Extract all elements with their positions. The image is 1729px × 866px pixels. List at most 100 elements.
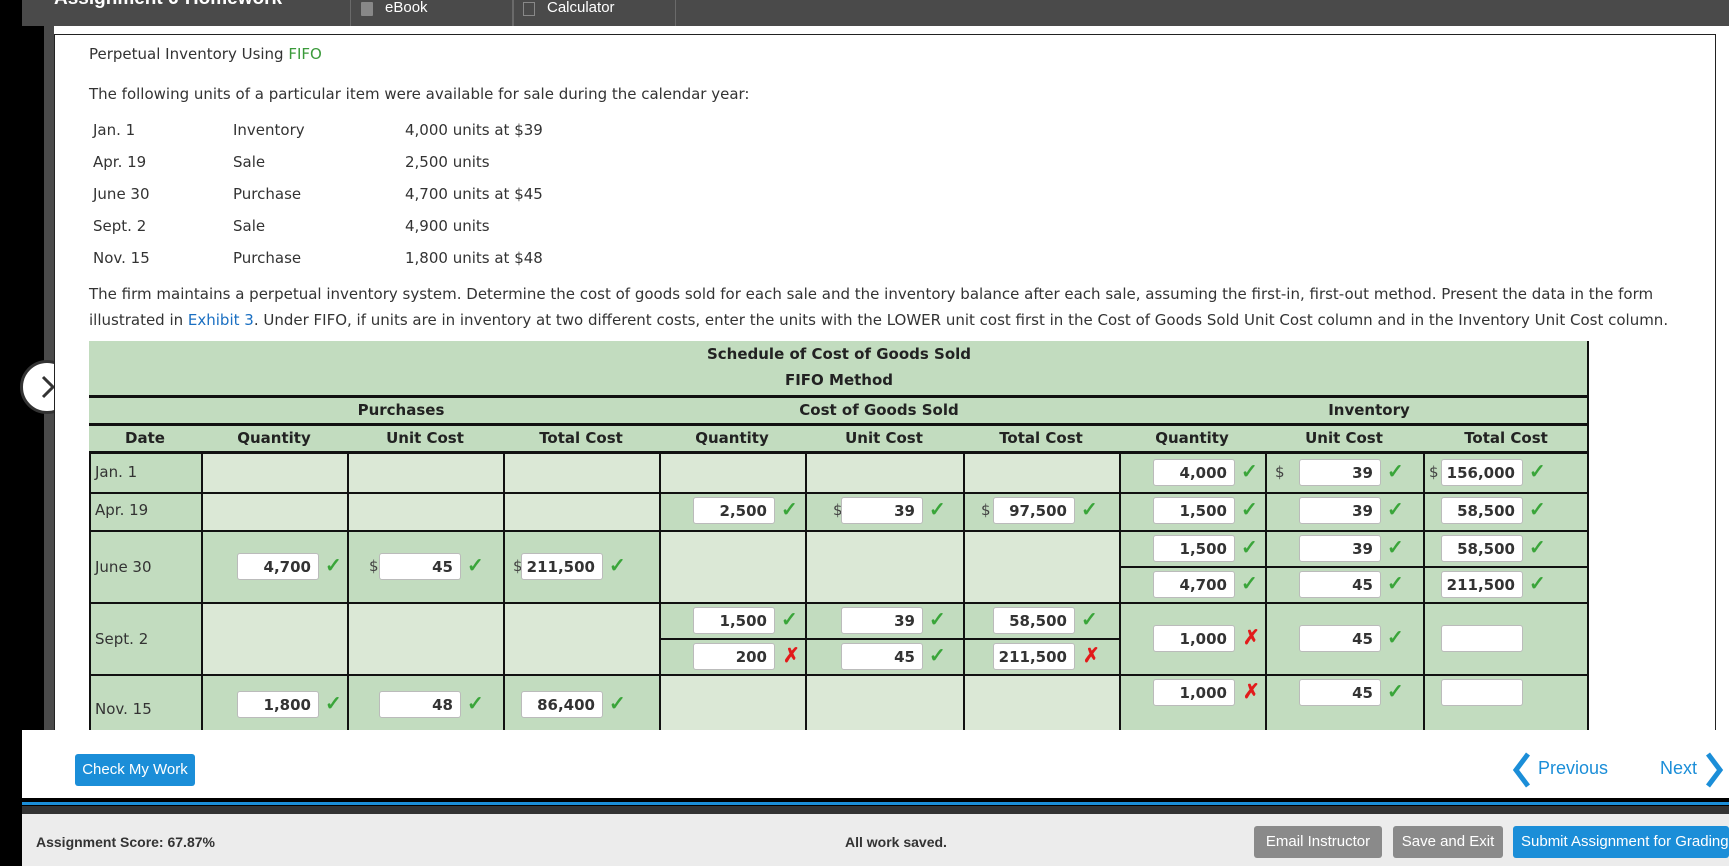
problem-content: Perpetual Inventory Using FIFO The follo… (54, 34, 1716, 732)
row-date: June 30 (95, 558, 152, 576)
purchases-total-cost-input[interactable]: 86,400 (521, 691, 603, 718)
inventory-unit-cost-input[interactable]: 45 (1299, 571, 1381, 598)
assignment-header: Assignment 6-Homework eBook Calculator (22, 0, 1729, 26)
cogs-unit-cost-input[interactable]: 45 (841, 643, 923, 670)
purchases-qty-input[interactable]: 1,800 (237, 691, 319, 718)
cogs-qty-input[interactable]: 1,500 (693, 607, 775, 634)
row-divider (89, 492, 1589, 494)
purchases-unit-cost-input[interactable]: 48 (379, 691, 461, 718)
problem-intro: The following units of a particular item… (89, 85, 750, 103)
correct-check-icon: ✓ (1241, 573, 1258, 595)
submit-assignment-button[interactable]: Submit Assignment for Grading (1513, 826, 1729, 858)
col-header-inventory-qty: Quantity (1155, 429, 1229, 447)
check-my-work-button[interactable]: Check My Work (75, 754, 195, 786)
inventory-total-cost-input[interactable]: 156,000 (1441, 459, 1523, 486)
cogs-unit-cost-input[interactable]: 39 (841, 607, 923, 634)
problem-title: Perpetual Inventory Using FIFO (89, 45, 322, 63)
column-divider (805, 454, 807, 731)
schedule-subtitle: FIFO Method (784, 371, 894, 389)
event-date: Apr. 19 (93, 153, 147, 171)
exhibit-3-link[interactable]: Exhibit 3 (188, 311, 254, 329)
inventory-qty-input[interactable]: 4,700 (1153, 571, 1235, 598)
cogs-qty-input[interactable]: 2,500 (693, 497, 775, 524)
col-header-date: Date (125, 429, 165, 447)
next-label: Next (1660, 758, 1698, 778)
inventory-total-cost-input[interactable]: 58,500 (1441, 497, 1523, 524)
email-instructor-button[interactable]: Email Instructor (1254, 826, 1382, 858)
inventory-unit-cost-input[interactable]: 39 (1299, 535, 1381, 562)
purchases-qty-input[interactable]: 4,700 (237, 553, 319, 580)
assignment-title: Assignment 6-Homework (54, 0, 282, 10)
correct-check-icon: ✓ (1387, 499, 1404, 521)
inventory-total-cost-input[interactable] (1441, 625, 1523, 652)
inventory-qty-input[interactable]: 1,500 (1153, 497, 1235, 524)
correct-check-icon: ✓ (781, 499, 798, 521)
event-type: Sale (233, 217, 266, 235)
calculator-icon (523, 2, 535, 16)
inventory-qty-input[interactable]: 1,000 (1153, 625, 1235, 652)
col-header-purchases-unit-cost: Unit Cost (386, 429, 464, 447)
event-date: Nov. 15 (93, 249, 150, 267)
inventory-unit-cost-input[interactable]: 45 (1299, 679, 1381, 706)
correct-check-icon: ✓ (325, 693, 342, 715)
inventory-unit-cost-input[interactable]: 39 (1299, 497, 1381, 524)
col-header-purchases-total-cost: Total Cost (539, 429, 623, 447)
correct-check-icon: ✓ (1529, 573, 1546, 595)
save-and-exit-button[interactable]: Save and Exit (1393, 826, 1503, 858)
next-button[interactable]: Next (1660, 752, 1724, 788)
col-header-inventory-unit-cost: Unit Cost (1305, 429, 1383, 447)
inventory-total-cost-input[interactable]: 58,500 (1441, 535, 1523, 562)
correct-check-icon: ✓ (1529, 461, 1546, 483)
tab-calculator[interactable]: Calculator (512, 0, 676, 26)
col-header-cogs-unit-cost: Unit Cost (845, 429, 923, 447)
cogs-total-cost-input[interactable]: 211,500 (993, 643, 1075, 670)
previous-label: Previous (1538, 758, 1609, 778)
correct-check-icon: ✓ (1241, 537, 1258, 559)
inventory-qty-input[interactable]: 1,000 (1153, 679, 1235, 706)
inventory-unit-cost-input[interactable]: 39 (1299, 459, 1381, 486)
purchases-total-cost-input[interactable]: 211,500 (521, 553, 603, 580)
chevron-right-icon (1706, 752, 1724, 788)
footer-divider (22, 802, 1729, 805)
book-icon (361, 2, 373, 16)
correct-check-icon: ✓ (467, 693, 484, 715)
purchases-header: Purchases (357, 401, 445, 419)
correct-check-icon: ✓ (1387, 627, 1404, 649)
col-header-cogs-total-cost: Total Cost (999, 429, 1083, 447)
cogs-total-cost-input[interactable]: 58,500 (993, 607, 1075, 634)
row-date: Jan. 1 (95, 463, 138, 481)
inventory-total-cost-input[interactable] (1441, 679, 1523, 706)
cogs-total-cost-input[interactable]: 97,500 (993, 497, 1075, 524)
column-divider (1587, 341, 1589, 731)
event-detail: 1,800 units at $48 (405, 249, 543, 267)
footer-nav (22, 730, 1729, 798)
schedule-title: Schedule of Cost of Goods Sold (706, 345, 972, 363)
purchases-unit-cost-input[interactable]: 45 (379, 553, 461, 580)
cogs-qty-input[interactable]: 200 (693, 643, 775, 670)
instructions-text: illustrated in (89, 311, 188, 329)
inventory-total-cost-input[interactable]: 211,500 (1441, 571, 1523, 598)
cogs-unit-cost-input[interactable]: 39 (841, 497, 923, 524)
row-date: Apr. 19 (95, 501, 149, 519)
correct-check-icon: ✓ (1387, 461, 1404, 483)
correct-check-icon: ✓ (781, 609, 798, 631)
divider (89, 423, 1589, 426)
incorrect-x-icon: ✗ (783, 645, 800, 667)
event-type: Sale (233, 153, 266, 171)
fifo-link[interactable]: FIFO (288, 45, 322, 63)
correct-check-icon: ✓ (1081, 609, 1098, 631)
correct-check-icon: ✓ (609, 693, 626, 715)
inventory-qty-input[interactable]: 1,500 (1153, 535, 1235, 562)
column-divider (503, 454, 505, 731)
dollar-sign: $ (1275, 463, 1285, 481)
inventory-qty-input[interactable]: 4,000 (1153, 459, 1235, 486)
dollar-sign: $ (981, 501, 991, 519)
tab-ebook[interactable]: eBook (350, 0, 514, 26)
inventory-unit-cost-input[interactable]: 45 (1299, 625, 1381, 652)
col-header-cogs-qty: Quantity (695, 429, 769, 447)
tab-calculator-label: Calculator (547, 0, 615, 16)
row-date: Nov. 15 (95, 700, 152, 718)
column-divider (201, 454, 203, 731)
row-divider (659, 638, 1119, 640)
row-divider (89, 674, 1589, 676)
